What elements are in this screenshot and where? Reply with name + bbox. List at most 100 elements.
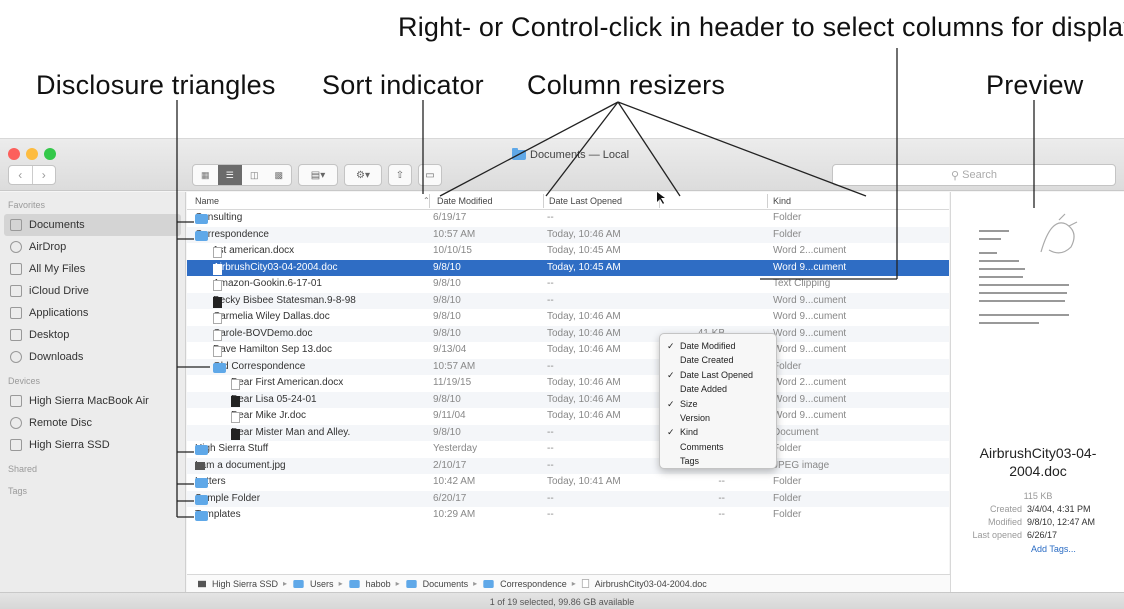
forward-icon[interactable]: › [31, 166, 56, 184]
table-row[interactable]: ▶Sample Folder 6/20/17 -- -- Folder [187, 490, 949, 507]
table-row[interactable]: AirbrushCity03-04-2004.doc 9/8/10 Today, 1… [187, 259, 949, 276]
folder-icon [195, 445, 208, 455]
file-name-cell: Carmelia Wiley Dallas.doc [213, 311, 330, 324]
back-forward-buttons[interactable]: ‹ › [8, 165, 56, 185]
column-resizer[interactable] [543, 194, 544, 208]
menu-item-label: Kind [680, 427, 699, 438]
table-row[interactable]: ▶Templates 10:29 AM -- -- Folder [187, 507, 949, 524]
table-row[interactable]: I am a document.jpg2/10/17--6.4 MBJPEG i… [187, 457, 949, 474]
column-header[interactable]: Name ⌃ Date Modified Date Last Opened Ki… [187, 192, 949, 210]
path-segment[interactable]: AirbrushCity03-04-2004.doc [595, 579, 707, 589]
drawing-icon [1040, 213, 1078, 254]
path-segment[interactable]: Users [310, 579, 334, 589]
table-row[interactable]: ▶High Sierra StuffYesterday----Folder [187, 441, 949, 458]
sidebar-item-documents[interactable]: Documents [4, 214, 181, 236]
back-icon[interactable]: ‹ [9, 166, 32, 184]
column-date-last-opened[interactable]: Date Last Opened [549, 196, 622, 206]
column-date-modified[interactable]: Date Modified [437, 196, 493, 206]
icon-view-icon[interactable]: ▦ [193, 165, 218, 185]
preview-last-opened: Last opened 6/26/17 [972, 530, 1058, 540]
table-row[interactable]: Dear Lisa 05-24-019/8/10Today, 10:46 AM4… [187, 391, 949, 408]
date-modified-cell: 9/8/10 [433, 278, 461, 289]
sidebar-item-label: Applications [29, 307, 89, 319]
sidebar-item-airdrop[interactable]: AirDrop [0, 236, 185, 258]
column-resizer[interactable] [659, 194, 660, 208]
menu-item-comments[interactable]: Comments [660, 440, 776, 454]
document-icon [213, 280, 222, 291]
table-row[interactable]: ▼Old Correspondence10:57 AM----Folder [187, 358, 949, 375]
table-row[interactable]: Amazon-Gookin.6-17-01 9/8/10 -- Text Clippi… [187, 276, 949, 293]
menu-item-size[interactable]: ✓ Size [660, 397, 776, 411]
sidebar-item-remote-disc[interactable]: Remote Disc [0, 412, 185, 434]
table-row[interactable]: ▼Correspondence 10:57 AM Today, 10:46 AM Fo… [187, 226, 949, 243]
table-row[interactable]: Dear Mister Man and Alley.9/8/10--26 KBD… [187, 424, 949, 441]
minimize-window-button[interactable] [26, 148, 38, 160]
column-resizer[interactable] [767, 194, 768, 208]
sidebar-item-high-sierra-macbook-air[interactable]: High Sierra MacBook Air [0, 390, 185, 412]
arrange-button[interactable]: ▤▾ [298, 164, 338, 186]
sidebar-item-desktop[interactable]: Desktop [0, 324, 185, 346]
path-segment[interactable]: Documents [423, 579, 469, 589]
table-row[interactable]: Becky Bisbee Statesman.9-8-98 9/8/10 -- Wor… [187, 292, 949, 309]
date-last-opened-cell: Today, 10:46 AM [547, 311, 621, 322]
close-window-button[interactable] [8, 148, 20, 160]
table-row[interactable]: 1st american.docx 10/10/15 Today, 10:45 AM… [187, 243, 949, 260]
kind-cell: Folder [773, 476, 802, 487]
menu-item-date-created[interactable]: Date Created [660, 353, 776, 367]
file-name-cell: AirbrushCity03-04-2004.doc [213, 262, 338, 275]
table-row[interactable]: ▶Consulting 6/19/17 -- Folder [187, 210, 949, 227]
add-tags-link[interactable]: Add Tags... [1031, 544, 1076, 554]
sidebar-item-applications[interactable]: Applications [0, 302, 185, 324]
path-segment[interactable]: Correspondence [500, 579, 567, 589]
file-name: Carole-BOVDemo.doc [213, 327, 313, 339]
action-button[interactable]: ⚙▾ [344, 164, 382, 186]
folder-icon [512, 148, 526, 160]
table-row[interactable]: ▶Letters 10:42 AM Today, 10:41 AM -- Folder [187, 474, 949, 491]
menu-item-date-last-opened[interactable]: ✓ Date Last Opened [660, 368, 776, 382]
menu-item-date-modified[interactable]: ✓ Date Modified [660, 339, 776, 353]
menu-item-kind[interactable]: ✓ Kind [660, 425, 776, 439]
title-bar: ‹ › Documents — Local ▦ ☰ ◫ ▩ ▤▾ ⚙▾ ⇧ ▭ … [0, 139, 1124, 191]
date-modified-cell: 6/19/17 [433, 212, 467, 223]
column-kind[interactable]: Kind [773, 196, 791, 206]
sidebar-item-all-my-files[interactable]: All My Files [0, 258, 185, 280]
search-field[interactable]: ⚲ Search [832, 164, 1116, 186]
date-modified-cell: 9/8/10 [433, 311, 461, 322]
document-icon [231, 428, 240, 440]
column-view-icon[interactable]: ◫ [242, 165, 267, 185]
table-row[interactable]: Dear First American.docx 11/19/15 Today, 1… [187, 375, 949, 392]
date-last-opened-cell: -- [547, 360, 554, 372]
table-row[interactable]: Carole-BOVDemo.doc9/8/10Today, 10:46 AM4… [187, 325, 949, 342]
sidebar-item-high-sierra-ssd[interactable]: High Sierra SSD [0, 434, 185, 456]
path-segment[interactable]: habob [366, 579, 391, 589]
date-modified-cell: 9/8/10 [433, 327, 461, 339]
file-list[interactable]: Name ⌃ Date Modified Date Last Opened Ki… [187, 192, 949, 574]
table-row[interactable]: Carmelia Wiley Dallas.doc 9/8/10 Today, 10… [187, 309, 949, 326]
documents-icon [10, 219, 22, 231]
view-mode-group[interactable]: ▦ ☰ ◫ ▩ [192, 164, 292, 186]
menu-item-date-added[interactable]: Date Added [660, 382, 776, 396]
folder-icon [195, 494, 208, 505]
file-name-cell: Becky Bisbee Statesman.9-8-98 [213, 295, 356, 308]
date-last-opened-cell: Today, 10:46 AM [547, 228, 621, 240]
column-resizer[interactable] [429, 194, 430, 208]
file-name-cell: ▶Templates [195, 509, 241, 521]
file-name: Dave Hamilton Sep 13.doc [213, 344, 332, 355]
folder-icon [195, 478, 208, 488]
path-segment[interactable]: High Sierra SSD [212, 579, 278, 589]
sidebar-item-icloud-drive[interactable]: iCloud Drive [0, 280, 185, 302]
menu-item-version[interactable]: Version [660, 411, 776, 425]
table-row[interactable]: Dave Hamilton Sep 13.doc 9/13/04 Today, 10… [187, 342, 949, 359]
list-view-icon[interactable]: ☰ [217, 165, 242, 185]
sidebar-item-downloads[interactable]: Downloads [0, 346, 185, 368]
zoom-window-button[interactable] [44, 148, 56, 160]
table-row[interactable]: Dear Mike Jr.doc9/11/04Today, 10:46 AM11… [187, 408, 949, 425]
applications-icon [10, 307, 22, 319]
tags-button[interactable]: ▭ [418, 164, 442, 186]
share-button[interactable]: ⇧ [388, 164, 412, 186]
menu-item-tags[interactable]: Tags [660, 454, 776, 468]
column-context-menu[interactable]: ✓ Date Modified Date Created ✓ Date Last Ope… [659, 333, 777, 469]
gallery-view-icon[interactable]: ▩ [267, 165, 292, 185]
arrange-icon: ▤▾ [310, 169, 326, 181]
column-name[interactable]: Name [195, 196, 219, 206]
